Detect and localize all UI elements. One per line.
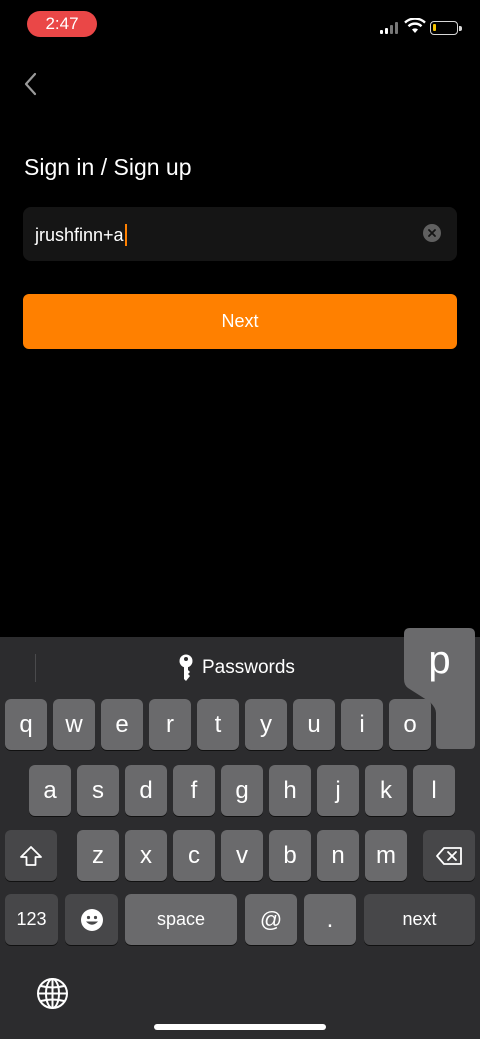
key-popup-label: p	[428, 638, 451, 682]
key-e[interactable]: e	[101, 699, 143, 750]
status-time[interactable]: 2:47	[27, 11, 97, 37]
globe-icon[interactable]	[36, 977, 69, 1010]
key-p-popup[interactable]: p	[404, 628, 475, 749]
key-s[interactable]: s	[77, 765, 119, 816]
key-icon	[179, 654, 193, 681]
key-k[interactable]: k	[365, 765, 407, 816]
suggestion-divider	[35, 654, 36, 682]
key-r[interactable]: r	[149, 699, 191, 750]
clear-text-button[interactable]	[423, 224, 441, 242]
key-g[interactable]: g	[221, 765, 263, 816]
numbers-key[interactable]: 123	[5, 894, 58, 945]
chevron-left-icon	[24, 72, 37, 96]
back-button[interactable]	[15, 68, 45, 100]
key-d[interactable]: d	[125, 765, 167, 816]
key-u[interactable]: u	[293, 699, 335, 750]
period-key[interactable]: .	[304, 894, 356, 945]
home-indicator[interactable]	[154, 1024, 326, 1030]
battery-icon	[430, 21, 462, 35]
text-caret	[124, 224, 127, 246]
delete-key[interactable]	[423, 830, 475, 881]
emoji-icon	[80, 908, 103, 931]
key-j[interactable]: j	[317, 765, 359, 816]
key-b[interactable]: b	[269, 830, 311, 881]
email-input[interactable]: jrushfinn+a	[23, 207, 457, 261]
key-c[interactable]: c	[173, 830, 215, 881]
key-l[interactable]: l	[413, 765, 455, 816]
email-input-value: jrushfinn+a	[35, 224, 124, 245]
key-n[interactable]: n	[317, 830, 359, 881]
key-v[interactable]: v	[221, 830, 263, 881]
cellular-signal-icon	[380, 21, 400, 34]
key-w[interactable]: w	[53, 699, 95, 750]
wifi-icon	[404, 18, 426, 33]
page-title: Sign in / Sign up	[24, 154, 192, 180]
passwords-label: Passwords	[202, 657, 295, 678]
shift-key[interactable]	[5, 830, 57, 881]
at-key[interactable]: @	[245, 894, 297, 945]
next-button[interactable]: Next	[23, 294, 457, 349]
key-z[interactable]: z	[77, 830, 119, 881]
key-m[interactable]: m	[365, 830, 407, 881]
passwords-suggestion[interactable]: Passwords	[178, 654, 295, 682]
shift-icon	[20, 845, 42, 866]
key-q[interactable]: q	[5, 699, 47, 750]
status-bar: 2:47	[0, 0, 480, 48]
key-f[interactable]: f	[173, 765, 215, 816]
key-x[interactable]: x	[125, 830, 167, 881]
emoji-key[interactable]	[65, 894, 118, 945]
backspace-icon	[436, 846, 462, 865]
space-key[interactable]: space	[125, 894, 237, 945]
next-key[interactable]: next	[364, 894, 475, 945]
key-y[interactable]: y	[245, 699, 287, 750]
key-a[interactable]: a	[29, 765, 71, 816]
key-t[interactable]: t	[197, 699, 239, 750]
close-icon	[428, 229, 436, 237]
key-h[interactable]: h	[269, 765, 311, 816]
key-i[interactable]: i	[341, 699, 383, 750]
